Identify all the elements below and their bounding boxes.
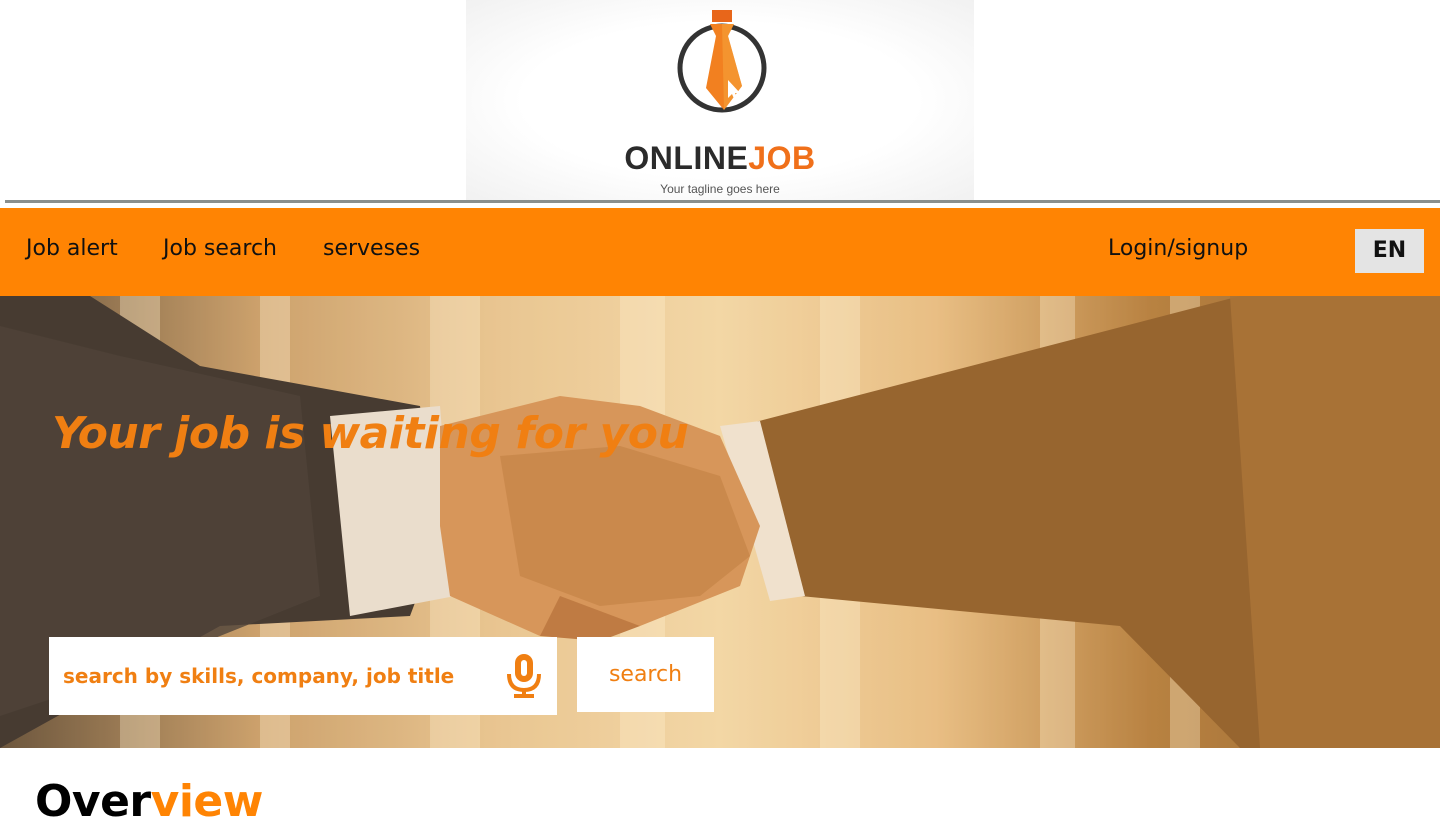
search-button[interactable]: search xyxy=(577,637,714,712)
necktie-cursor-icon xyxy=(677,10,767,113)
logo-word-primary: ONLINE xyxy=(624,140,749,176)
logo-header: ONLINEJOB Your tagline goes here xyxy=(0,0,1440,208)
hero-banner: Your job is waiting for you search xyxy=(0,296,1440,748)
nav-item-job-alert[interactable]: Job alert xyxy=(26,236,118,261)
login-signup-link[interactable]: Login/signup xyxy=(1108,236,1248,261)
site-logo[interactable]: ONLINEJOB Your tagline goes here xyxy=(466,0,974,200)
overview-heading-part1: Over xyxy=(35,776,151,827)
overview-heading-part2: view xyxy=(150,776,264,827)
microphone-icon[interactable] xyxy=(506,654,542,698)
logo-word-accent: JOB xyxy=(748,140,816,176)
search-input[interactable] xyxy=(63,659,483,693)
header-divider xyxy=(5,200,1440,203)
logo-wordmark: ONLINEJOB xyxy=(466,140,974,177)
search-box xyxy=(49,637,557,715)
nav-item-services[interactable]: serveses xyxy=(323,236,420,261)
overview-heading: Overview xyxy=(35,776,263,828)
nav-item-job-search[interactable]: Job search xyxy=(163,236,277,261)
language-selector[interactable]: EN xyxy=(1355,229,1424,273)
hero-title: Your job is waiting for you xyxy=(52,408,689,459)
logo-tagline: Your tagline goes here xyxy=(660,182,780,196)
main-navbar: Job alert Job search serveses Login/sign… xyxy=(0,208,1440,296)
